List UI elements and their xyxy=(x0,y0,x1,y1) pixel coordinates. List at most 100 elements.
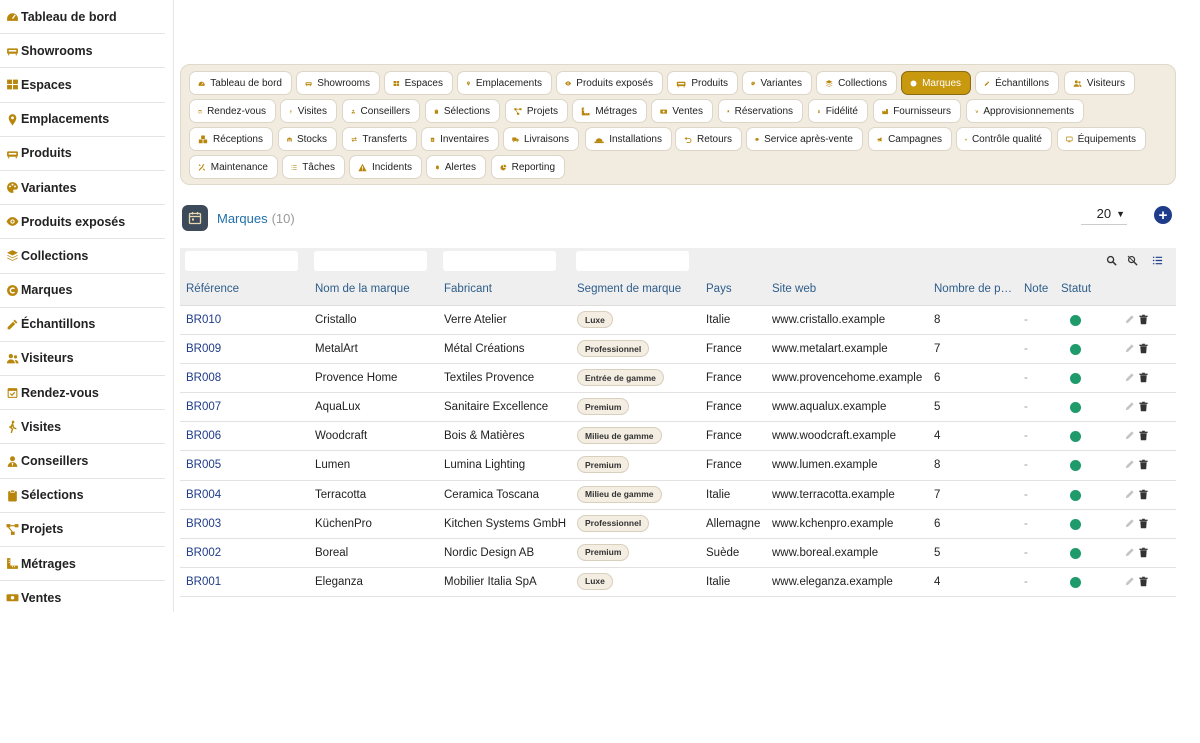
column-list-icon[interactable] xyxy=(1150,253,1164,267)
cell-ref[interactable]: BR006 xyxy=(186,430,221,442)
column-header[interactable]: Fabricant xyxy=(444,283,492,295)
sidebar-item-grid[interactable]: Espaces xyxy=(0,68,165,103)
trash-icon[interactable] xyxy=(1137,400,1150,413)
cell-ref[interactable]: BR003 xyxy=(186,518,221,530)
nav-chip-project-diagram[interactable]: Projets xyxy=(505,99,568,123)
nav-chip-bookmark[interactable]: Réservations xyxy=(718,99,803,123)
nav-chip-bell[interactable]: Alertes xyxy=(426,155,486,179)
nav-chip-palette[interactable]: Variantes xyxy=(742,71,812,95)
cell-ref[interactable]: BR001 xyxy=(186,576,221,588)
nav-chip-undo[interactable]: Retours xyxy=(675,127,742,151)
nav-chip-bullhorn[interactable]: Campagnes xyxy=(868,127,952,151)
sidebar-item-cash[interactable]: Ventes xyxy=(0,581,165,612)
pencil-icon[interactable] xyxy=(1123,488,1136,501)
sidebar-item-ruler[interactable]: Métrages xyxy=(0,547,165,582)
nav-chip-tools[interactable]: Maintenance xyxy=(189,155,278,179)
pencil-icon[interactable] xyxy=(1123,517,1136,530)
nav-chip-cash[interactable]: Ventes xyxy=(651,99,713,123)
trash-icon[interactable] xyxy=(1137,546,1150,559)
nav-chip-clipboard-check[interactable]: Contrôle qualité xyxy=(956,127,1052,151)
sidebar-item-palette[interactable]: Variantes xyxy=(0,171,165,206)
nav-chip-eyedropper[interactable]: Échantillons xyxy=(975,71,1059,95)
table-row[interactable]: BR004 Terracotta Ceramica Toscana Italie www… xyxy=(180,480,1176,510)
trash-icon[interactable] xyxy=(1137,458,1150,471)
nav-chip-dashboard[interactable]: Tableau de bord xyxy=(189,71,292,95)
column-header[interactable]: Segment de marque xyxy=(577,283,681,295)
cell-ref[interactable]: BR004 xyxy=(186,489,221,501)
pencil-icon[interactable] xyxy=(1123,342,1136,355)
sidebar-item-eyedropper[interactable]: Échantillons xyxy=(0,308,165,342)
pencil-icon[interactable] xyxy=(1123,313,1136,326)
sidebar-item-clipboard[interactable]: Sélections xyxy=(0,479,165,513)
sidebar-item-copyright[interactable]: Marques xyxy=(0,274,165,308)
column-header[interactable]: Note xyxy=(1024,283,1048,295)
nav-chip-desktop[interactable]: Équipements xyxy=(1057,127,1146,151)
page-size-select[interactable]: 20 ▼ xyxy=(1081,203,1127,225)
nav-chip-industry[interactable]: Fournisseurs xyxy=(873,99,961,123)
sidebar-item-layers[interactable]: Collections xyxy=(0,239,165,274)
nav-chip-eye[interactable]: Produits exposés xyxy=(556,71,663,95)
column-header[interactable]: Site web xyxy=(772,283,816,295)
table-row[interactable]: BR003 KüchenPro Kitchen Systems GmbH Allema… xyxy=(180,509,1176,539)
nav-chip-couch[interactable]: Showrooms xyxy=(296,71,380,95)
nav-chip-grid[interactable]: Espaces xyxy=(384,71,453,95)
column-filter-input[interactable] xyxy=(443,251,556,271)
column-filter-input[interactable] xyxy=(185,251,298,271)
add-button[interactable]: + xyxy=(1154,206,1172,224)
cell-ref[interactable]: BR009 xyxy=(186,343,221,355)
trash-icon[interactable] xyxy=(1137,429,1150,442)
sidebar-item-project-diagram[interactable]: Projets xyxy=(0,513,165,547)
nav-chip-user-tie[interactable]: Conseillers xyxy=(342,99,420,123)
trash-icon[interactable] xyxy=(1137,371,1150,384)
nav-chip-calendar-check[interactable]: Rendez-vous xyxy=(189,99,276,123)
nav-chip-layers[interactable]: Collections xyxy=(816,71,897,95)
cell-ref[interactable]: BR010 xyxy=(186,314,221,326)
cell-ref[interactable]: BR008 xyxy=(186,372,221,384)
pencil-icon[interactable] xyxy=(1123,575,1136,588)
column-header[interactable]: Pays xyxy=(706,283,732,295)
sidebar-item-walking[interactable]: Visites xyxy=(0,410,165,445)
clear-search-icon[interactable] xyxy=(1125,253,1139,267)
pencil-icon[interactable] xyxy=(1123,546,1136,559)
cell-ref[interactable]: BR007 xyxy=(186,401,221,413)
column-header[interactable]: Statut xyxy=(1061,283,1091,295)
trash-icon[interactable] xyxy=(1137,342,1150,355)
cell-ref[interactable]: BR002 xyxy=(186,547,221,559)
column-header[interactable]: Nom de la marque xyxy=(315,283,410,295)
column-filter-input[interactable] xyxy=(314,251,427,271)
nav-chip-copyright[interactable]: Marques xyxy=(901,71,971,95)
sidebar-item-map-pin[interactable]: Emplacements xyxy=(0,103,165,137)
sidebar-item-dashboard[interactable]: Tableau de bord xyxy=(0,0,165,35)
nav-chip-couch[interactable]: Produits xyxy=(667,71,738,95)
nav-chip-walking[interactable]: Visites xyxy=(280,99,337,123)
pencil-icon[interactable] xyxy=(1123,400,1136,413)
trash-icon[interactable] xyxy=(1137,313,1150,326)
sidebar-item-eye[interactable]: Produits exposés xyxy=(0,205,165,240)
cell-ref[interactable]: BR005 xyxy=(186,459,221,471)
table-row[interactable]: BR008 Provence Home Textiles Provence Franc… xyxy=(180,364,1176,394)
table-row[interactable]: BR007 AquaLux Sanitaire Excellence France ww… xyxy=(180,393,1176,423)
column-header[interactable]: Nombre de p… xyxy=(934,283,1012,295)
trash-icon[interactable] xyxy=(1137,575,1150,588)
nav-chip-exchange[interactable]: Transferts xyxy=(342,127,417,151)
nav-chip-chart-pie[interactable]: Reporting xyxy=(491,155,565,179)
column-header[interactable]: Référence xyxy=(186,283,239,295)
nav-chip-ruler[interactable]: Métrages xyxy=(572,99,647,123)
nav-chip-users[interactable]: Visiteurs xyxy=(1064,71,1135,95)
sidebar-item-couch[interactable]: Produits xyxy=(0,137,165,171)
table-row[interactable]: BR001 Eleganza Mobilier Italia SpA Italie ww… xyxy=(180,567,1176,597)
nav-chip-warehouse[interactable]: Stocks xyxy=(278,127,337,151)
nav-chip-clipboard[interactable]: Sélections xyxy=(425,99,500,123)
nav-chip-award[interactable]: Fidélité xyxy=(808,99,868,123)
table-row[interactable]: BR010 Cristallo Verre Atelier Italie www.cri… xyxy=(180,306,1176,336)
table-row[interactable]: BR005 Lumen Lumina Lighting France www.lumen… xyxy=(180,451,1176,481)
nav-chip-comment[interactable]: Service après-vente xyxy=(746,127,863,151)
table-row[interactable]: BR006 Woodcraft Bois & Matières France www.w… xyxy=(180,422,1176,452)
pencil-icon[interactable] xyxy=(1123,458,1136,471)
nav-chip-boxes[interactable]: Réceptions xyxy=(189,127,273,151)
nav-chip-hard-hat[interactable]: Installations xyxy=(585,127,672,151)
trash-icon[interactable] xyxy=(1137,488,1150,501)
nav-chip-tasks[interactable]: Tâches xyxy=(282,155,345,179)
pencil-icon[interactable] xyxy=(1123,371,1136,384)
pencil-icon[interactable] xyxy=(1123,429,1136,442)
